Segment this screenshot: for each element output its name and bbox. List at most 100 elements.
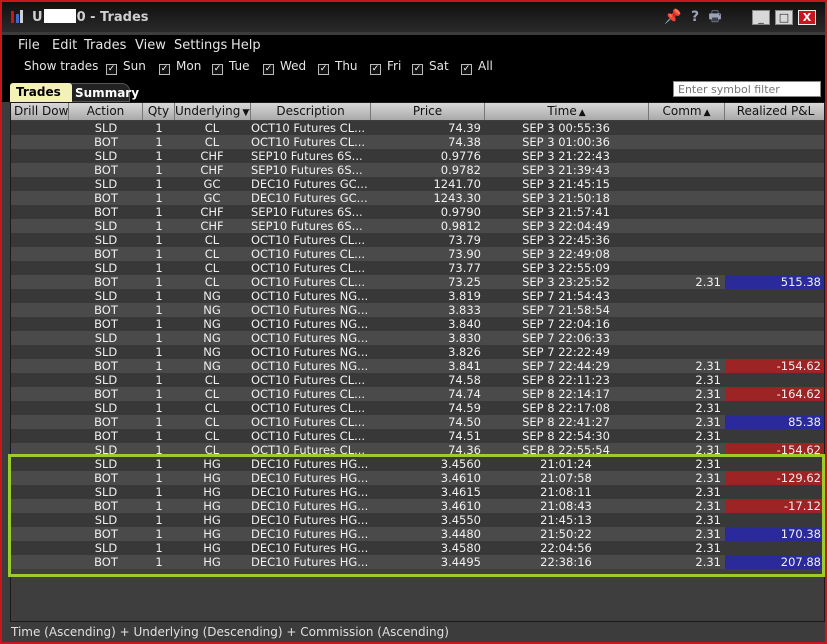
table-row[interactable]: BOT 1 HG DEC10 Futures HG... 3.4480 21:50:22 2…	[11, 527, 824, 541]
action-cell: SLD	[94, 513, 118, 527]
table-row[interactable]: BOT 1 HG DEC10 Futures HG... 3.4610 21:07:58 2…	[11, 471, 824, 485]
table-row[interactable]: SLD 1 CL OCT10 Futures CL... 73.77 SEP 3 22:5…	[11, 261, 824, 275]
underlying-cell: HG	[203, 471, 221, 485]
table-row[interactable]: BOT 1 CL OCT10 Futures CL... 74.50 SEP 8 22:4…	[11, 415, 824, 429]
pin-icon[interactable]: 📌	[664, 9, 682, 25]
menu-file[interactable]: File	[18, 38, 40, 53]
table-row[interactable]: BOT 1 NG OCT10 Futures NG... 3.833 SEP 7 21:5…	[11, 303, 824, 317]
day-checkbox-wed[interactable]: ✓ Wed	[263, 59, 306, 75]
print-icon[interactable]: 🖶	[706, 9, 724, 25]
commission-cell: 2.31	[695, 527, 721, 541]
col-drill-down[interactable]: Drill Down	[11, 103, 69, 120]
description-cell: DEC10 Futures HG...	[251, 457, 369, 471]
checkbox-checked-icon[interactable]: ✓	[318, 64, 329, 75]
symbol-filter-input[interactable]	[673, 81, 821, 97]
table-row[interactable]: BOT 1 CL OCT10 Futures CL... 74.51 SEP 8 22:5…	[11, 429, 824, 443]
table-row[interactable]: SLD 1 CL OCT10 Futures CL... 74.58 SEP 8 22:1…	[11, 373, 824, 387]
col-realized-pnl[interactable]: Realized P&L	[725, 103, 824, 120]
checkbox-checked-icon[interactable]: ✓	[106, 64, 117, 75]
table-row[interactable]: SLD 1 CL OCT10 Futures CL... 74.59 SEP 8 22:1…	[11, 401, 824, 415]
qty-cell: 1	[155, 373, 163, 387]
table-row[interactable]: SLD 1 CL OCT10 Futures CL... 74.39 SEP 3 00:5…	[11, 121, 824, 135]
day-checkbox-sun[interactable]: ✓ Sun	[106, 59, 146, 75]
day-checkbox-all[interactable]: ✓ All	[461, 59, 493, 75]
table-row[interactable]: BOT 1 CL OCT10 Futures CL... 73.25 SEP 3 23:2…	[11, 275, 824, 289]
table-row[interactable]: SLD 1 NG OCT10 Futures NG... 3.826 SEP 7 22:2…	[11, 345, 824, 359]
menu-help[interactable]: Help	[231, 38, 261, 53]
day-checkbox-fri[interactable]: ✓ Fri	[370, 59, 401, 75]
checkbox-checked-icon[interactable]: ✓	[212, 64, 223, 75]
price-cell: 74.38	[448, 135, 481, 149]
description-cell: SEP10 Futures 6S...	[251, 149, 363, 163]
qty-cell: 1	[155, 177, 163, 191]
underlying-cell: CL	[204, 401, 220, 415]
price-cell: 3.4610	[440, 499, 481, 513]
action-cell: BOT	[94, 359, 118, 373]
col-price[interactable]: Price	[371, 103, 485, 120]
table-row[interactable]: SLD 1 HG DEC10 Futures HG... 3.4615 21:08:11 2…	[11, 485, 824, 499]
table-row[interactable]: BOT 1 CHF SEP10 Futures 6S... 0.9790 SEP 3 21…	[11, 205, 824, 219]
help-icon[interactable]: ?	[686, 9, 704, 25]
time-cell: 22:38:16	[540, 555, 592, 569]
table-row[interactable]: BOT 1 CL OCT10 Futures CL... 74.38 SEP 3 01:0…	[11, 135, 824, 149]
menu-edit[interactable]: Edit	[52, 38, 77, 53]
table-row[interactable]: BOT 1 NG OCT10 Futures NG... 3.840 SEP 7 22:0…	[11, 317, 824, 331]
maximize-icon[interactable]: □	[775, 10, 793, 25]
table-row[interactable]: SLD 1 NG OCT10 Futures NG... 3.819 SEP 7 21:5…	[11, 289, 824, 303]
underlying-cell: CL	[204, 275, 220, 289]
day-checkbox-tue[interactable]: ✓ Tue	[212, 59, 250, 75]
table-row[interactable]: SLD 1 CHF SEP10 Futures 6S... 0.9812 SEP 3 22…	[11, 219, 824, 233]
col-underlying[interactable]: Underlying▼▼	[175, 103, 251, 120]
time-cell: 21:50:22	[540, 527, 592, 541]
day-checkbox-mon[interactable]: ✓ Mon	[159, 59, 201, 75]
time-cell: 21:45:13	[540, 513, 592, 527]
tab-summary[interactable]: Summary	[68, 83, 139, 102]
table-row[interactable]: SLD 1 HG DEC10 Futures HG... 3.4560 21:01:24 2…	[11, 457, 824, 471]
col-action[interactable]: Action	[69, 103, 143, 120]
col-description[interactable]: Description	[251, 103, 371, 120]
table-row[interactable]: SLD 1 HG DEC10 Futures HG... 3.4550 21:45:13 2…	[11, 513, 824, 527]
table-row[interactable]: BOT 1 CL OCT10 Futures CL... 74.74 SEP 8 22:1…	[11, 387, 824, 401]
menu-trades[interactable]: Trades	[84, 38, 126, 53]
underlying-cell: CHF	[200, 219, 224, 233]
col-time[interactable]: Time ▲	[485, 103, 649, 120]
table-row[interactable]: SLD 1 CL OCT10 Futures CL... 73.79 SEP 3 22:4…	[11, 233, 824, 247]
menu-view[interactable]: View	[135, 38, 166, 53]
description-cell: DEC10 Futures HG...	[251, 527, 369, 541]
table-row[interactable]: SLD 1 HG DEC10 Futures HG... 3.4580 22:04:56 2…	[11, 541, 824, 555]
table-row[interactable]: BOT 1 HG DEC10 Futures HG... 3.4495 22:38:16 2…	[11, 555, 824, 569]
table-row[interactable]: SLD 1 CL OCT10 Futures CL... 74.36 SEP 8 22:5…	[11, 443, 824, 457]
time-cell: SEP 3 22:45:36	[522, 233, 610, 247]
time-cell: SEP 8 22:11:23	[522, 373, 610, 387]
action-cell: BOT	[94, 387, 118, 401]
day-checkbox-thu[interactable]: ✓ Thu	[318, 59, 358, 75]
close-icon[interactable]: X	[798, 10, 816, 25]
table-row[interactable]: SLD 1 CHF SEP10 Futures 6S... 0.9776 SEP 3 21…	[11, 149, 824, 163]
table-row[interactable]: SLD 1 NG OCT10 Futures NG... 3.830 SEP 7 22:0…	[11, 331, 824, 345]
status-bar: Time (Ascending) + Underlying (Descendin…	[2, 623, 825, 642]
checkbox-checked-icon[interactable]: ✓	[159, 64, 170, 75]
table-row[interactable]: SLD 1 GC DEC10 Futures GC... 1241.70 SEP 3 21…	[11, 177, 824, 191]
price-cell: 74.39	[448, 121, 481, 135]
col-qty[interactable]: Qty	[143, 103, 175, 120]
checkbox-checked-icon[interactable]: ✓	[263, 64, 274, 75]
checkbox-checked-icon[interactable]: ✓	[412, 64, 423, 75]
checkbox-checked-icon[interactable]: ✓	[461, 64, 472, 75]
table-row[interactable]: BOT 1 CL OCT10 Futures CL... 73.90 SEP 3 22:4…	[11, 247, 824, 261]
table-row[interactable]: BOT 1 NG OCT10 Futures NG... 3.841 SEP 7 22:4…	[11, 359, 824, 373]
day-checkbox-sat[interactable]: ✓ Sat	[412, 59, 449, 75]
description-cell: OCT10 Futures CL...	[251, 247, 366, 261]
action-cell: SLD	[94, 261, 118, 275]
action-cell: SLD	[94, 485, 118, 499]
qty-cell: 1	[155, 191, 163, 205]
table-row[interactable]: BOT 1 GC DEC10 Futures GC... 1243.30 SEP 3 21…	[11, 191, 824, 205]
checkbox-checked-icon[interactable]: ✓	[370, 64, 381, 75]
tab-trades[interactable]: Trades	[10, 83, 72, 102]
minimize-icon[interactable]: _	[752, 10, 770, 25]
title-bar[interactable]: U 0 - Trades 📌 ? 🖶 _ □ X	[2, 2, 825, 32]
table-row[interactable]: BOT 1 CHF SEP10 Futures 6S... 0.9782 SEP 3 21…	[11, 163, 824, 177]
col-comm[interactable]: Comm ▲	[649, 103, 725, 120]
menu-settings[interactable]: Settings	[174, 38, 227, 53]
underlying-cell: CL	[204, 415, 220, 429]
table-row[interactable]: BOT 1 HG DEC10 Futures HG... 3.4610 21:08:43 2…	[11, 499, 824, 513]
